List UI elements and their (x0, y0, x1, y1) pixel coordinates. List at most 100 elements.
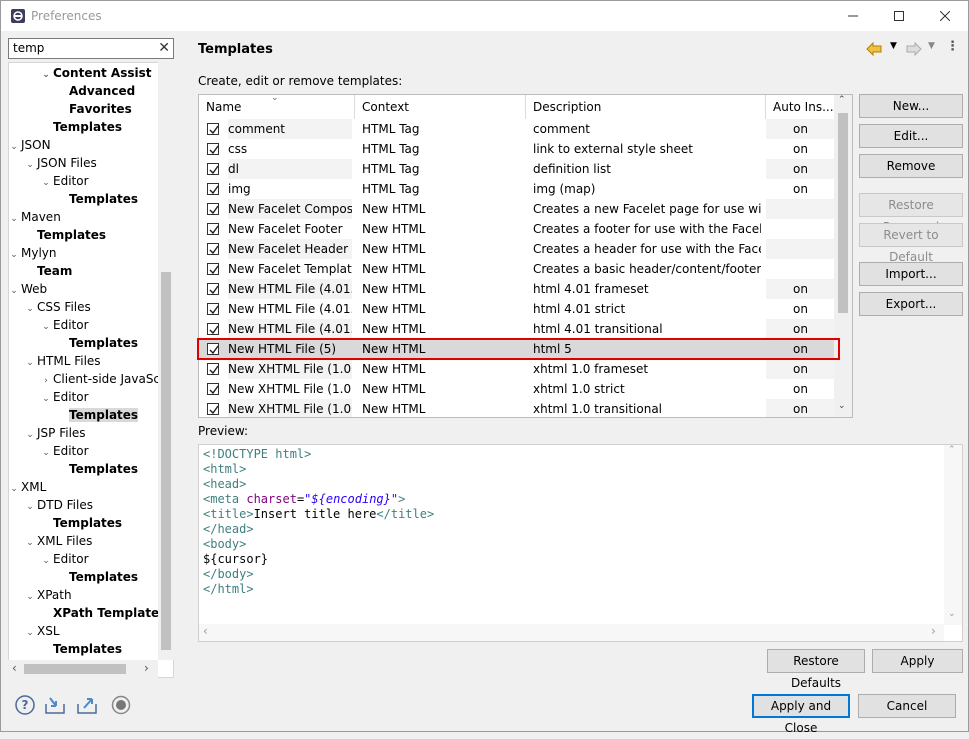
enabled-checkbox[interactable] (207, 203, 219, 215)
table-row[interactable]: New HTML File (4.01... New HTML html 4.01 … (199, 299, 835, 319)
tree-item[interactable]: ⌄ Web (9, 280, 47, 300)
tree-item[interactable]: ⌄ Editor (39, 550, 88, 568)
tree-item[interactable]: Templates (55, 406, 139, 424)
tree-item[interactable]: ⌄ DTD Files (23, 496, 93, 514)
enabled-checkbox[interactable] (207, 223, 219, 235)
collapse-icon[interactable]: ⌄ (39, 390, 53, 408)
tree-item[interactable]: Templates (39, 640, 122, 658)
enabled-checkbox[interactable] (207, 323, 219, 335)
import-button[interactable]: Import... (859, 262, 963, 286)
forward-menu-icon[interactable]: ▼ (928, 41, 935, 51)
apply-button[interactable]: Apply (872, 649, 963, 673)
tree-scroll-thumb[interactable] (161, 272, 171, 650)
enabled-checkbox[interactable] (207, 363, 219, 375)
column-header-context[interactable]: Context (355, 95, 526, 119)
minimize-icon[interactable] (830, 1, 876, 31)
clear-filter-icon[interactable]: ✕ (158, 40, 170, 56)
filter-input[interactable]: temp ✕ (8, 38, 174, 59)
collapse-icon[interactable]: ⌄ (39, 444, 53, 462)
table-scroll-thumb[interactable] (838, 113, 848, 313)
collapse-icon[interactable]: ⌄ (9, 246, 21, 264)
collapse-icon[interactable]: ⌄ (39, 66, 53, 84)
back-menu-icon[interactable]: ▼ (890, 41, 897, 51)
tree-item[interactable]: Favorites (55, 100, 132, 118)
cancel-button[interactable]: Cancel (858, 694, 956, 718)
enabled-checkbox[interactable] (207, 263, 219, 275)
tree-item[interactable]: ⌄ XSL (23, 622, 59, 642)
collapse-icon[interactable]: ⌄ (23, 300, 37, 318)
table-row[interactable]: New XHTML File (1.0... New HTML xhtml 1.0 … (199, 359, 835, 379)
tree-item[interactable]: ⌄ XML (9, 478, 46, 498)
collapse-icon[interactable]: ⌄ (23, 534, 37, 552)
tree-item[interactable]: ⌄ JSON Files (23, 154, 97, 172)
collapse-icon[interactable]: ⌄ (23, 624, 37, 642)
collapse-icon[interactable]: ⌄ (9, 282, 21, 300)
export-button[interactable]: Export... (859, 292, 963, 316)
enabled-checkbox[interactable] (207, 383, 219, 395)
collapse-icon[interactable]: ⌄ (23, 156, 37, 174)
table-row[interactable]: New HTML File (4.01... New HTML html 4.01 … (199, 319, 835, 339)
collapse-icon[interactable]: ⌄ (9, 210, 21, 228)
tree-item[interactable]: ⌄ Editor (39, 442, 88, 462)
tree-item[interactable]: ⌄ Editor (39, 388, 88, 408)
enabled-checkbox[interactable] (207, 403, 219, 415)
preview-vertical-scrollbar[interactable]: ⌃ ⌄ (944, 445, 962, 625)
enabled-checkbox[interactable] (207, 123, 219, 135)
tree-item[interactable]: ⌄ JSP Files (23, 424, 85, 444)
view-menu-icon[interactable]: ⋮ (946, 39, 959, 54)
preview-editor[interactable]: <!DOCTYPE html> <html> <head> <meta charset… (198, 444, 963, 642)
enabled-checkbox[interactable] (207, 183, 219, 195)
table-row[interactable]: New XHTML File (1.0... New HTML xhtml 1.0 … (199, 379, 835, 399)
tree-item[interactable]: Templates (23, 226, 106, 244)
forward-arrow-icon[interactable] (906, 42, 922, 56)
table-row[interactable]: New Facelet Template New HTML Creates a ba… (199, 259, 835, 279)
restore-defaults-button[interactable]: Restore Defaults (767, 649, 865, 690)
back-arrow-icon[interactable] (866, 42, 882, 56)
restore-removed-button[interactable]: Restore Removed (859, 193, 963, 234)
tree-item[interactable]: ⌄ Editor (39, 316, 88, 336)
collapse-icon[interactable]: ⌄ (23, 354, 37, 372)
help-icon[interactable]: ? (14, 694, 36, 716)
export-preferences-icon[interactable] (76, 694, 98, 716)
remove-button[interactable]: Remove (859, 154, 963, 178)
tree-item[interactable]: Templates (55, 460, 138, 478)
table-row[interactable]: img HTML Tag img (map) on (199, 179, 835, 199)
tree-item[interactable]: ⌄ JSON (9, 136, 50, 156)
collapse-icon[interactable]: ⌄ (9, 480, 21, 498)
table-row[interactable]: New HTML File (4.01... New HTML html 4.01 … (199, 279, 835, 299)
column-header-name[interactable]: Name ⌄ (199, 95, 355, 119)
import-preferences-icon[interactable] (44, 694, 66, 716)
tree-item[interactable]: ⌄ XML Files (23, 532, 92, 550)
collapse-icon[interactable]: ⌄ (23, 426, 37, 444)
tree-item[interactable]: Templates (55, 334, 138, 352)
tree-item[interactable]: ⌄ HTML Files (23, 352, 100, 372)
collapse-icon[interactable]: ⌄ (9, 138, 21, 156)
table-row[interactable]: comment HTML Tag comment on (199, 119, 835, 139)
collapse-icon[interactable]: ⌄ (39, 318, 53, 336)
column-header-description[interactable]: Description (526, 95, 766, 119)
tree-item[interactable]: XPath Templates (39, 604, 166, 622)
new-button[interactable]: New... (859, 94, 963, 118)
enabled-checkbox[interactable] (207, 163, 219, 175)
tree-item[interactable]: ⌄ Maven (9, 208, 61, 228)
tree-item[interactable]: ⌄ Mylyn (9, 244, 56, 264)
tree-item[interactable]: ⌄ Content Assist (39, 64, 151, 84)
table-row[interactable]: dl HTML Tag definition list on (199, 159, 835, 179)
enabled-checkbox[interactable] (207, 243, 219, 255)
table-row[interactable]: New Facelet Footer New HTML Creates a foot… (199, 219, 835, 239)
column-header-auto-insert[interactable]: Auto Ins... (766, 95, 835, 119)
close-icon[interactable] (922, 1, 968, 31)
tree-item[interactable]: ⌄ CSS Files (23, 298, 91, 316)
tree-item[interactable]: Templates (39, 514, 122, 532)
tree-item[interactable]: Templates (55, 190, 138, 208)
table-row[interactable]: New Facelet Compos... New HTML Creates a n… (199, 199, 835, 219)
collapse-icon[interactable]: ⌄ (39, 174, 53, 192)
revert-to-default-button[interactable]: Revert to Default (859, 223, 963, 264)
tree-item[interactable]: Team (23, 262, 72, 280)
tree-item[interactable]: ⌄ XPath (23, 586, 71, 604)
record-icon[interactable] (110, 694, 132, 716)
collapse-icon[interactable]: ⌄ (23, 498, 37, 516)
tree-item[interactable]: ⌄ Editor (39, 172, 88, 192)
edit-button[interactable]: Edit... (859, 124, 963, 148)
maximize-icon[interactable] (876, 1, 922, 31)
